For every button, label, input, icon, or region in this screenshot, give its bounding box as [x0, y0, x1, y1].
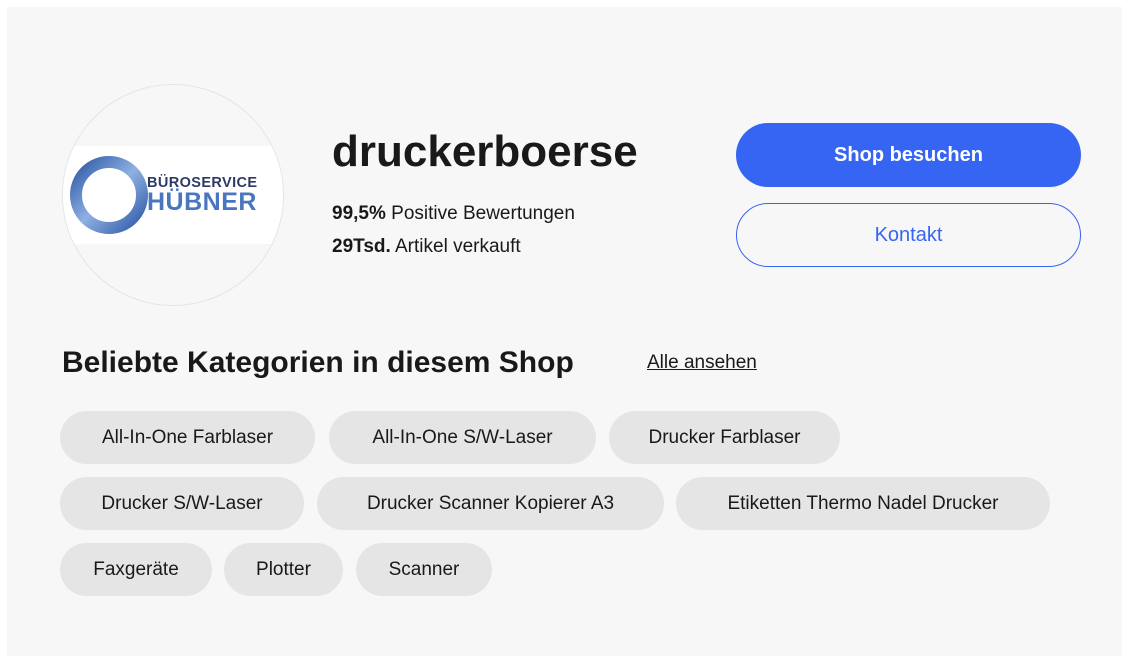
logo-banner: BÜROSERVICE HÜBNER	[63, 146, 283, 244]
seller-logo[interactable]: BÜROSERVICE HÜBNER	[62, 84, 284, 306]
logo-ring-icon	[70, 156, 148, 234]
items-sold: 29Tsd. Artikel verkauft	[332, 235, 521, 259]
logo-text-main: HÜBNER	[147, 188, 257, 216]
contact-button[interactable]: Kontakt	[736, 203, 1081, 267]
feedback-label: Positive Bewertungen	[385, 203, 575, 224]
visit-shop-button[interactable]: Shop besuchen	[736, 123, 1081, 187]
category-chip[interactable]: All-In-One S/W-Laser	[329, 411, 596, 464]
category-chip[interactable]: Drucker Farblaser	[609, 411, 840, 464]
feedback-value: 99,5%	[332, 203, 386, 224]
category-chip[interactable]: Drucker Scanner Kopierer A3	[317, 477, 664, 530]
sold-value: 29Tsd.	[332, 236, 391, 257]
sold-label: Artikel verkauft	[390, 236, 521, 257]
see-all-link[interactable]: Alle ansehen	[647, 351, 757, 375]
shop-name: druckerboerse	[332, 127, 638, 176]
category-chip[interactable]: Faxgeräte	[60, 543, 212, 596]
category-chip[interactable]: Plotter	[224, 543, 343, 596]
category-chip[interactable]: Etiketten Thermo Nadel Drucker	[676, 477, 1050, 530]
categories-title: Beliebte Kategorien in diesem Shop	[62, 346, 574, 379]
category-chip[interactable]: All-In-One Farblaser	[60, 411, 315, 464]
positive-feedback: 99,5% Positive Bewertungen	[332, 202, 575, 226]
category-chip[interactable]: Drucker S/W-Laser	[60, 477, 304, 530]
category-chip[interactable]: Scanner	[356, 543, 492, 596]
